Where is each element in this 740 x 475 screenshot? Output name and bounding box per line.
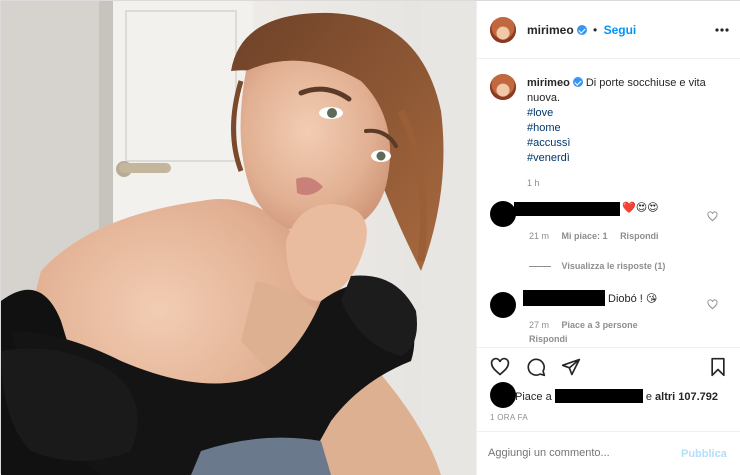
likes-others[interactable]: altri 107.792 [655, 391, 718, 403]
post-side-panel: mirimeo • Segui mirimeo Di porte socchiu… [476, 1, 740, 475]
caption-avatar[interactable] [490, 74, 516, 100]
view-replies[interactable]: Visualizza le risposte (1) [529, 261, 665, 271]
hashtag-venerdi[interactable]: #venerdì [527, 151, 717, 166]
more-horizontal-icon[interactable] [715, 27, 729, 33]
verified-badge-icon [576, 25, 587, 35]
header-dot: • [593, 23, 598, 37]
redacted-username [523, 290, 605, 306]
caption-time[interactable]: 1 h [527, 176, 717, 191]
post-header: mirimeo • Segui [477, 1, 740, 59]
comment-likes[interactable]: Piace a 3 persone [562, 320, 638, 330]
likes-prefix: Piace a [515, 391, 552, 403]
comment-emoji: 😘 [645, 293, 658, 305]
caption-username[interactable]: mirimeo [527, 77, 570, 89]
hashtag-accussi[interactable]: #accussì [527, 136, 717, 151]
follow-button[interactable]: Segui [604, 23, 637, 37]
divider [477, 347, 740, 348]
photo-illustration [1, 1, 476, 475]
comment-text-block: Diobó ! 😘 [608, 292, 657, 305]
redacted-username [514, 202, 620, 216]
likes-line: Piace a e altri 107.792 [515, 389, 718, 403]
hashtag-home[interactable]: #home [527, 121, 717, 136]
comment-icon[interactable] [526, 357, 546, 377]
comment-text: Diobó ! [608, 293, 643, 305]
comment-avatar[interactable] [490, 201, 516, 227]
comment-time[interactable]: 21 m [529, 231, 549, 241]
comment-like-heart-icon[interactable] [707, 299, 718, 310]
comment-emojis: ❤️😍😍 [622, 202, 659, 214]
hashtag-love[interactable]: #love [527, 106, 717, 121]
like-heart-icon[interactable] [490, 357, 510, 377]
comment-meta: 27 m Piace a 3 persone [529, 320, 638, 330]
comment-meta: 21 m Mi piace: 1 Rispondi [529, 231, 659, 241]
reply-button[interactable]: Rispondi [529, 334, 568, 344]
comment-time[interactable]: 27 m [529, 320, 549, 330]
post-frame: mirimeo • Segui mirimeo Di porte socchiu… [0, 0, 740, 475]
redacted-liker[interactable] [554, 389, 643, 403]
caption-verified-icon [572, 77, 583, 87]
header-username[interactable]: mirimeo [527, 23, 574, 37]
reply-button[interactable]: Rispondi [620, 231, 659, 241]
share-icon[interactable] [561, 357, 581, 377]
liker-avatar[interactable] [490, 382, 516, 408]
comment-avatar[interactable] [490, 292, 516, 318]
comment-like-heart-icon[interactable] [707, 211, 718, 222]
bookmark-icon[interactable] [709, 357, 727, 377]
publish-button[interactable]: Pubblica [681, 448, 727, 460]
post-photo[interactable] [1, 1, 476, 475]
likes-suffix: e [645, 391, 652, 403]
avatar[interactable] [490, 17, 516, 43]
replies-divider [529, 266, 551, 268]
divider [477, 431, 740, 432]
comment-likes[interactable]: Mi piace: 1 [562, 231, 608, 241]
view-replies-label[interactable]: Visualizza le risposte (1) [562, 261, 666, 271]
add-comment-input[interactable] [488, 444, 673, 462]
caption-block: mirimeo Di porte socchiuse e vita nuova.… [527, 76, 717, 191]
post-timestamp[interactable]: 1 ORA FA [490, 413, 528, 422]
